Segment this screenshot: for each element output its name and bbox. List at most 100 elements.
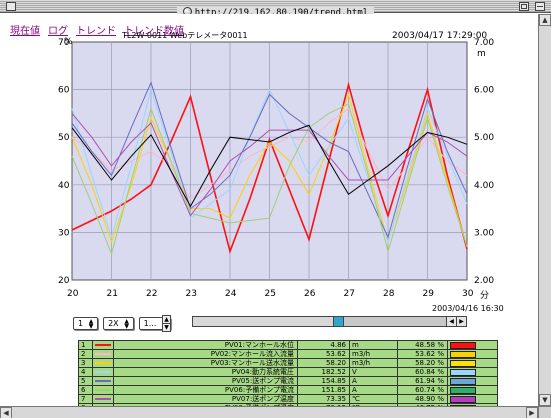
- row-color-swatch: [447, 394, 498, 404]
- row-line-swatch: [92, 340, 114, 350]
- chart-datetime-bottom: 2003/04/16 16:30: [432, 304, 504, 313]
- y2-tick-label: 5.00: [474, 133, 494, 143]
- updown-icon: ▲▼: [124, 318, 129, 330]
- row-name: PV06:予備ポンプ電流: [113, 385, 298, 395]
- chart-datetime-top: 2003/04/17 17:29:00: [392, 31, 487, 41]
- row-percent: 48.90 %: [397, 394, 448, 404]
- row-percent: 60.74 %: [397, 385, 448, 395]
- x-tick-label: 25: [265, 289, 276, 299]
- y2-tick-label: 3.00: [474, 228, 494, 238]
- row-percent: 53.62 %: [397, 349, 448, 359]
- row-color-swatch: [447, 385, 498, 395]
- page-content: 現在値 ログ トレンド トレンド数値 20 21 22 23 24 25 26 27 28 29 3…: [0, 14, 538, 413]
- row-line-swatch: [92, 376, 114, 386]
- row-number: 1: [78, 340, 93, 350]
- row-number: 5: [78, 376, 93, 386]
- row-value: 182.52: [297, 367, 350, 377]
- collapse-box[interactable]: [535, 2, 545, 11]
- row-number: 7: [78, 394, 93, 404]
- zoom-box[interactable]: [519, 2, 529, 11]
- series-line-swatch: [95, 371, 111, 373]
- y-tick-label: 30: [58, 228, 70, 238]
- row-color-swatch: [447, 367, 498, 377]
- slider-track[interactable]: [193, 317, 333, 326]
- x-tick-label: 22: [146, 289, 157, 299]
- row-number: 4: [78, 367, 93, 377]
- row-unit: A: [349, 385, 398, 395]
- row-unit: m3/h: [349, 358, 398, 368]
- series-color-swatch: [450, 386, 476, 394]
- row-percent: 58.20 %: [397, 358, 448, 368]
- stepper-up-icon[interactable]: ▲: [163, 316, 170, 324]
- x-tick-label: 30: [462, 289, 474, 299]
- time-stepper[interactable]: ▲ ▼: [162, 315, 171, 332]
- series-color-swatch: [450, 350, 476, 358]
- x-tick-label: 28: [383, 289, 395, 299]
- slider-thumb[interactable]: [333, 317, 344, 326]
- table-row: 1 PV01:マンホール水位 4.86 m 48.58 %: [78, 340, 498, 350]
- row-value: 73.35: [297, 394, 350, 404]
- row-line-swatch: [92, 367, 114, 377]
- series-line-swatch: [95, 380, 111, 382]
- window-title-wrap: http://219.162.80.190/trend.html: [0, 0, 551, 19]
- x-unit-label: 分: [480, 290, 489, 301]
- table-row: 7 PV07:送ポンプ温度 73.35 ℃ 48.90 %: [78, 394, 498, 404]
- select-zoom[interactable]: 2X ▲ ▼: [103, 317, 134, 330]
- scroll-down-arrow-icon[interactable]: ▼: [539, 394, 551, 406]
- table-row: 5 PV05:送ポンプ電流 154.85 A 61.94 %: [78, 376, 498, 386]
- y2-tick-label: 2.00: [474, 276, 494, 286]
- horizontal-scrollbar[interactable]: ◀ ▶: [0, 406, 538, 418]
- y-unit-label: %: [64, 37, 73, 47]
- x-tick-label: 21: [107, 289, 118, 299]
- scroll-right-arrow-icon[interactable]: ▶: [526, 407, 538, 418]
- trend-chart: 20 21 22 23 24 25 26 27 28 29 3020 2.0030 3.0040 4.00…: [58, 31, 494, 301]
- y2-tick-label: 6.00: [474, 86, 494, 96]
- row-line-swatch: [92, 394, 114, 404]
- row-name: PV05:送ポンプ電流: [113, 376, 298, 386]
- row-line-swatch: [92, 358, 114, 368]
- row-color-swatch: [447, 376, 498, 386]
- slider-right-arrow-icon[interactable]: ▶: [456, 317, 466, 326]
- updown-icon: ▲▼: [88, 318, 94, 330]
- slider-left-arrow-icon[interactable]: ◀: [446, 317, 456, 326]
- table-row: 4 PV04:動力系統電圧 182.52 V 60.84 %: [78, 367, 498, 377]
- scroll-up-arrow-icon[interactable]: ▲: [539, 14, 551, 26]
- row-name: PV07:送ポンプ温度: [113, 394, 298, 404]
- row-value: 58.20: [297, 358, 350, 368]
- series-color-swatch: [450, 368, 476, 376]
- row-name: PV03:マンホール送水流量: [113, 358, 298, 368]
- x-tick-label: 29: [423, 289, 435, 299]
- vertical-scrollbar[interactable]: ▲ ▼: [538, 14, 551, 406]
- row-value: 53.62: [297, 349, 350, 359]
- grow-box[interactable]: [538, 406, 551, 418]
- table-row: 3 PV03:マンホール送水流量 58.20 m3/h 58.20 %: [78, 358, 498, 368]
- scroll-left-arrow-icon[interactable]: ◀: [0, 407, 12, 418]
- row-unit: V: [349, 367, 398, 377]
- series-line-swatch: [95, 389, 111, 391]
- row-number: 3: [78, 358, 93, 368]
- x-tick-label: 26: [304, 289, 316, 299]
- row-percent: 61.94 %: [397, 376, 448, 386]
- series-color-swatch: [450, 377, 476, 385]
- series-color-swatch: [450, 359, 476, 367]
- series-line-swatch: [95, 362, 111, 364]
- row-name: PV02:マンホール流入流量: [113, 349, 298, 359]
- y-tick-label: 50: [58, 133, 70, 143]
- y2-tick-label: 4.00: [474, 181, 494, 191]
- select-channel[interactable]: 1 ▲ ▼: [73, 317, 99, 330]
- x-tick-label: 23: [186, 289, 197, 299]
- stepper-down-icon[interactable]: ▼: [163, 324, 170, 332]
- row-color-swatch: [447, 358, 498, 368]
- series-line-swatch: [95, 344, 111, 346]
- series-color-swatch: [450, 341, 476, 349]
- channel-table: 1 PV01:マンホール水位 4.86 m 48.58 % 2 PV02:マンホール流入流量…: [78, 340, 498, 413]
- select-range-value: 1...: [143, 319, 157, 328]
- x-tick-label: 20: [67, 289, 79, 299]
- trend-controls: 1 ▲▼ 2X ▲▼ 1... ▲▼: [73, 317, 172, 331]
- select-channel-value: 1: [78, 319, 84, 328]
- window-titlebar[interactable]: http://219.162.80.190/trend.html: [0, 0, 551, 19]
- time-slider[interactable]: ◀ ▶: [192, 316, 467, 327]
- y-tick-label: 40: [58, 181, 70, 191]
- row-number: 2: [78, 349, 93, 359]
- row-line-swatch: [92, 385, 114, 395]
